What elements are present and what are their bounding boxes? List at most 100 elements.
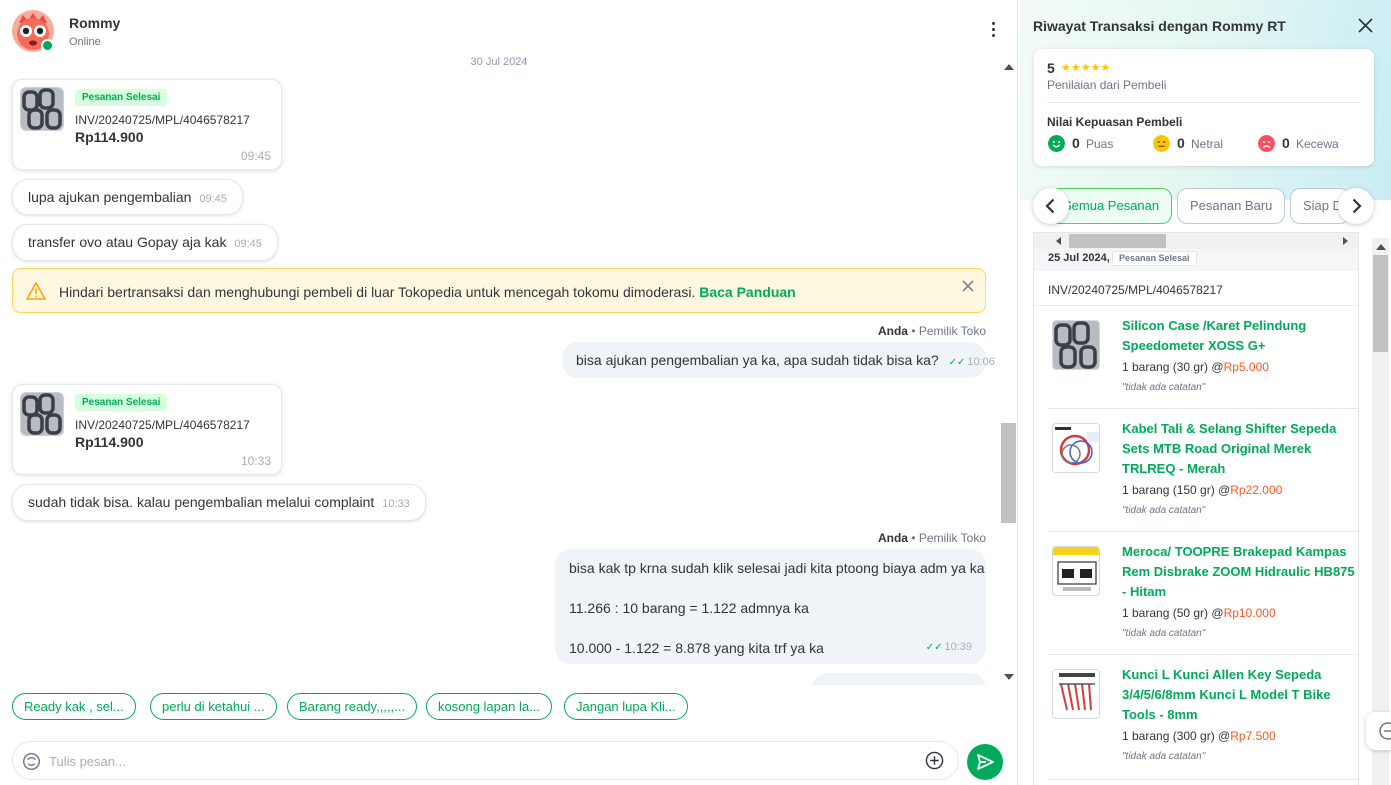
product-name[interactable]: Kunci L Kunci Allen Key Sepeda 3/4/5/6/8…	[1122, 665, 1358, 725]
quick-reply-chip[interactable]: Ready kak , sel...	[12, 693, 136, 720]
quick-reply-chip[interactable]: Jangan lupa Kli...	[564, 693, 688, 720]
order-status-badge: Pesanan Selesai	[1112, 251, 1197, 266]
warning-message: Hindari bertransaksi dan menghubungi pem…	[59, 284, 696, 300]
scrollbar-thumb[interactable]	[1069, 234, 1166, 248]
neutral-face-icon	[1153, 135, 1170, 152]
product-price: Rp7.500	[1230, 729, 1276, 743]
product-name[interactable]: Silicon Case /Karet Pelindung Speedomete…	[1122, 316, 1358, 356]
read-check-icon: ✓✓	[925, 642, 943, 653]
product-qty-text: 1 barang (50 gr) @	[1122, 606, 1224, 620]
sender-label: Anda • Pemilik Toko	[878, 531, 986, 545]
satisfaction-title: Nilai Kepuasan Pembeli	[1047, 115, 1183, 129]
message-list[interactable]: 30 Jul 2024 Pesanan Selesai INV/20240725…	[0, 55, 1000, 685]
contact-status: Online	[69, 36, 101, 48]
message-text: bisa kak tp krna sudah klik selesai jadi…	[569, 560, 985, 576]
chevron-left-icon	[1045, 198, 1055, 214]
close-icon[interactable]	[961, 279, 975, 293]
product-thumbnail	[1052, 546, 1100, 596]
satisfaction-label: Kecewa	[1296, 137, 1339, 151]
order-header: 25 Jul 2024, Pesanan Selesai	[1034, 249, 1358, 271]
quick-reply-chip[interactable]: perlu di ketahui ...	[150, 693, 277, 720]
rating-card: 5 ★★★★★ Penilaian dari Pembeli Nilai Kep…	[1034, 49, 1374, 166]
scroll-left-button[interactable]	[1033, 188, 1069, 224]
message-text: transfer ovo atau Gopay aja kak	[28, 234, 227, 250]
horizontal-scrollbar[interactable]	[1034, 233, 1358, 249]
message-text: bisa ajukan pengembalian ya ka, apa suda…	[576, 352, 939, 368]
warning-icon	[26, 282, 46, 300]
order-history-list[interactable]: 25 Jul 2024, Pesanan Selesai INV/2024072…	[1033, 232, 1359, 785]
message-time: 10:39	[944, 641, 972, 653]
message-time: 10:33	[240, 454, 271, 468]
guide-link[interactable]: Baca Panduan	[699, 284, 795, 300]
order-product-item[interactable]: Meroca/ TOOPRE Brakepad Kampas Rem Disbr…	[1048, 532, 1358, 655]
divider	[1047, 102, 1360, 103]
product-name[interactable]: Kabel Tali & Selang Shifter Sepeda Sets …	[1122, 419, 1358, 479]
moderation-warning: Hindari bertransaksi dan menghubungi pem…	[12, 268, 986, 313]
chevron-right-icon	[1352, 198, 1362, 214]
date-separator: 30 Jul 2024	[470, 56, 528, 68]
order-price: Rp114.900	[75, 129, 144, 145]
scroll-right-button[interactable]	[1338, 188, 1374, 224]
quick-reply-chip[interactable]: kosong lapan la...	[426, 693, 552, 720]
product-thumbnail	[1052, 423, 1100, 473]
outgoing-message: bisa kak tp krna sudah klik selesai jadi…	[555, 549, 986, 664]
chat-header: Rommy Online	[0, 0, 1018, 55]
scroll-left-icon[interactable]	[1056, 237, 1061, 245]
message-composer	[12, 741, 959, 780]
order-invoice[interactable]: INV/20240725/MPL/4046578217	[1048, 283, 1223, 297]
satisfaction-count: 0	[1072, 135, 1080, 151]
incoming-message: transfer ovo atau Gopay aja kak 09:45	[12, 224, 278, 261]
product-note: "tidak ada catatan"	[1122, 505, 1206, 516]
product-quantity: 1 barang (150 gr) @Rp22.000	[1122, 483, 1282, 497]
product-qty-text: 1 barang (300 gr) @	[1122, 729, 1231, 743]
contact-name: Rommy	[69, 15, 121, 31]
order-card[interactable]: Pesanan Selesai INV/20240725/MPL/4046578…	[12, 79, 282, 170]
floating-chat-button[interactable]	[1366, 712, 1391, 750]
satisfaction-label: Puas	[1086, 137, 1114, 151]
message-input[interactable]	[49, 750, 909, 772]
product-quantity: 1 barang (50 gr) @Rp10.000	[1122, 606, 1276, 620]
message-text: 10.000 - 1.122 = 8.878 yang kita trf ya …	[569, 640, 824, 656]
order-product-item[interactable]: Kunci L Kunci Allen Key Sepeda 3/4/5/6/8…	[1048, 655, 1358, 780]
filter-new-orders[interactable]: Pesanan Baru	[1177, 188, 1286, 224]
order-invoice: INV/20240725/MPL/4046578217	[75, 113, 250, 127]
sender-role: • Pemilik Toko	[911, 531, 986, 545]
order-product-item[interactable]: Kabel Tali & Selang Shifter Sepeda Sets …	[1048, 409, 1358, 532]
product-name[interactable]: Meroca/ TOOPRE Brakepad Kampas Rem Disbr…	[1122, 542, 1358, 602]
message-time: 10:33	[382, 498, 410, 510]
scroll-right-icon[interactable]	[1343, 237, 1348, 245]
rating-label: Penilaian dari Pembeli	[1047, 78, 1167, 92]
sender-role: • Pemilik Toko	[911, 324, 986, 338]
star-rating: ★★★★★	[1061, 62, 1111, 74]
quick-reply-chip[interactable]: Barang ready,,,,,...	[287, 693, 417, 720]
more-options-icon[interactable]	[986, 20, 1000, 42]
message-text: sudah tidak bisa. kalau pengembalian mel…	[28, 494, 375, 510]
panel-scrollbar[interactable]	[1372, 238, 1389, 785]
scrollbar-thumb[interactable]	[1001, 423, 1016, 523]
chat-scrollbar[interactable]	[1000, 62, 1017, 684]
read-check-icon: ✓✓	[948, 357, 966, 368]
scroll-up-icon[interactable]	[1376, 244, 1386, 250]
order-filter-tabs: Semua Pesanan Pesanan Baru Siap Dikirim	[1019, 188, 1391, 226]
scroll-down-icon[interactable]	[1004, 674, 1014, 680]
send-button[interactable]	[967, 744, 1003, 780]
product-quantity: 1 barang (300 gr) @Rp7.500	[1122, 729, 1276, 743]
order-price: Rp114.900	[75, 434, 144, 450]
order-card[interactable]: Pesanan Selesai INV/20240725/MPL/4046578…	[12, 384, 282, 475]
product-note: "tidak ada catatan"	[1122, 751, 1206, 762]
order-status-badge: Pesanan Selesai	[75, 394, 168, 411]
sad-face-icon	[1258, 135, 1275, 152]
message-time: 10:06	[967, 356, 995, 368]
satisfaction-count: 0	[1177, 135, 1185, 151]
incoming-message: sudah tidak bisa. kalau pengembalian mel…	[12, 484, 426, 521]
online-status-dot	[41, 39, 54, 52]
order-product-item[interactable]: Silicon Case /Karet Pelindung Speedomete…	[1048, 306, 1358, 409]
scrollbar-thumb[interactable]	[1373, 255, 1388, 352]
scroll-up-icon[interactable]	[1004, 64, 1014, 70]
sticker-icon[interactable]	[22, 752, 41, 771]
message-time: 09:45	[234, 238, 262, 250]
close-panel-icon[interactable]	[1357, 17, 1374, 34]
rating-value: 5	[1047, 60, 1055, 76]
attach-plus-icon[interactable]	[925, 751, 944, 770]
product-thumbnail	[1052, 669, 1100, 719]
